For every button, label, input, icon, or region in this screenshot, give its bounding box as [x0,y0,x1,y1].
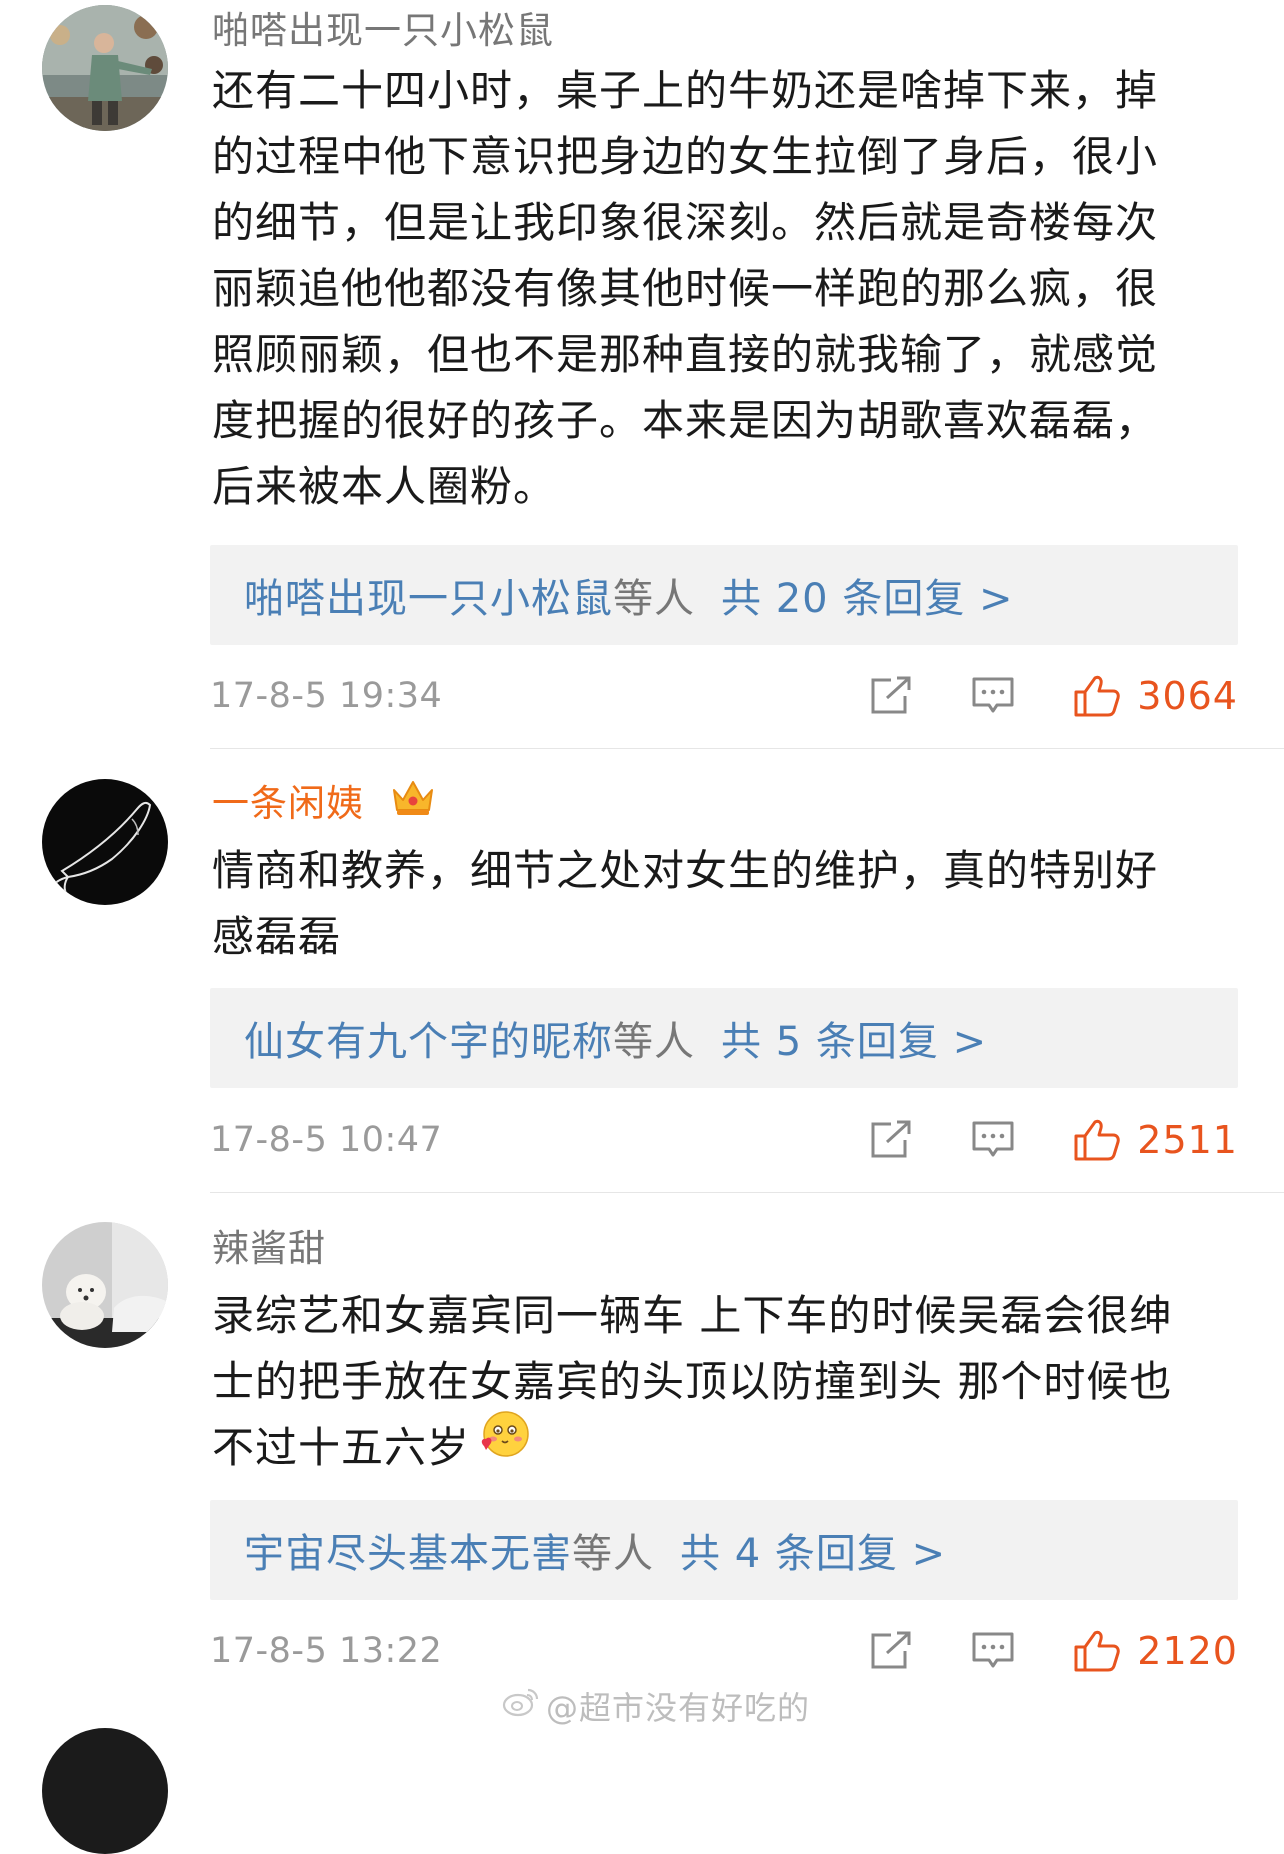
comment-text: 还有二十四小时，桌子上的牛奶还是啥掉下来，掉 的过程中他下意识把身边的女生拉倒了… [212,58,1242,520]
comment-line: 照顾丽颖，但也不是那种直接的就我输了，就感觉 [212,330,1159,379]
comment-line: 度把握的很好的孩子。本来是因为胡歌喜欢磊磊， [212,396,1159,445]
crown-icon [389,776,437,829]
reply-summary-button[interactable]: 仙女有九个字的昵称 等人 共 5 条回复 > [210,988,1238,1088]
comment-line: 感磊磊 [212,912,342,961]
reply-user-link[interactable]: 仙女有九个字的昵称 [244,1009,613,1067]
comment-line: 不过十五六岁 [212,1411,1242,1483]
timestamp: 17-8-5 19:34 [210,676,443,716]
reply-others-label: 等人 [613,1019,695,1065]
comment-meta: 17-8-5 10:47 2511 [210,1110,1238,1170]
reply-others-label: 等人 [572,1531,654,1577]
like-button[interactable]: 2120 [1073,1629,1238,1673]
reply-others-label: 等人 [613,576,695,622]
divider [210,748,1284,749]
comment-text: 录综艺和女嘉宾同一辆车 上下车的时候吴磊会很绅 士的把手放在女嘉宾的头顶以防撞到… [212,1283,1242,1483]
thumbs-up-icon[interactable] [1073,674,1121,718]
comment-line: 还有二十四小时，桌子上的牛奶还是啥掉下来，掉 [212,66,1159,115]
timestamp: 17-8-5 13:22 [210,1631,443,1671]
avatar[interactable] [42,1222,168,1348]
username-text[interactable]: 一条闲姨 [212,782,364,825]
avatar[interactable] [42,1728,168,1854]
comment-line: 士的把手放在女嘉宾的头顶以防撞到头 那个时候也 [212,1357,1173,1406]
reply-user-link[interactable]: 啪嗒出现一只小松鼠 [244,566,613,624]
username[interactable]: 啪嗒出现一只小松鼠 [212,8,554,54]
reply-summary-button[interactable]: 啪嗒出现一只小松鼠 等人 共 20 条回复 > [210,545,1238,645]
comment-meta: 17-8-5 13:22 2120 [210,1621,1238,1681]
comment-meta: 17-8-5 19:34 3064 [210,666,1238,726]
comment-text: 情商和教养，细节之处对女生的维护，真的特别好 感磊磊 [212,838,1242,970]
reply-summary-button[interactable]: 宇宙尽头基本无害 等人 共 4 条回复 > [210,1500,1238,1600]
like-count: 3064 [1137,674,1238,718]
watermark: @超市没有好吃的 [502,1683,810,1729]
like-count: 2511 [1137,1118,1238,1162]
reply-count-link[interactable]: 共 20 条回复 > [721,566,1014,624]
divider [210,1192,1284,1193]
comment-icon[interactable] [971,676,1015,716]
username[interactable]: 一条闲姨 [212,781,437,829]
weibo-logo-icon [502,1686,540,1726]
share-icon[interactable] [869,1631,913,1671]
blush-emoji-icon [476,1408,532,1483]
reply-count-link[interactable]: 共 5 条回复 > [721,1009,987,1067]
comment-line: 的过程中他下意识把身边的女生拉倒了身后，很小 [212,132,1159,181]
avatar[interactable] [42,5,168,131]
reply-count-link[interactable]: 共 4 条回复 > [680,1521,946,1579]
like-button[interactable]: 3064 [1073,674,1238,718]
comment-line: 的细节，但是让我印象很深刻。然后就是奇楼每次 [212,198,1159,247]
comment-line: 情商和教养，细节之处对女生的维护，真的特别好 [212,846,1159,895]
comment-line: 丽颖追他他都没有像其他时候一样跑的那么疯，很 [212,264,1159,313]
comment-line: 录综艺和女嘉宾同一辆车 上下车的时候吴磊会很绅 [212,1291,1173,1340]
like-count: 2120 [1137,1629,1238,1673]
timestamp: 17-8-5 10:47 [210,1120,443,1160]
comment-line: 后来被本人圈粉。 [212,462,557,511]
comment-line-text: 不过十五六岁 [212,1423,471,1472]
comment-icon[interactable] [971,1631,1015,1671]
like-button[interactable]: 2511 [1073,1118,1238,1162]
share-icon[interactable] [869,676,913,716]
share-icon[interactable] [869,1120,913,1160]
watermark-text: @超市没有好吃的 [546,1689,811,1727]
thumbs-up-icon[interactable] [1073,1118,1121,1162]
username[interactable]: 辣酱甜 [212,1226,326,1272]
comment-icon[interactable] [971,1120,1015,1160]
reply-user-link[interactable]: 宇宙尽头基本无害 [244,1521,572,1579]
avatar[interactable] [42,779,168,905]
thumbs-up-icon[interactable] [1073,1629,1121,1673]
